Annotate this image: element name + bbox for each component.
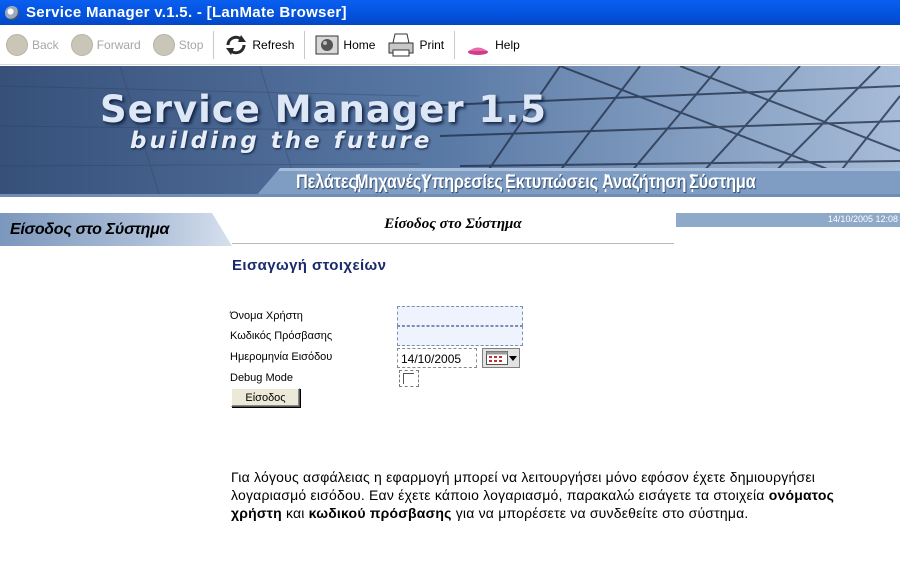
info-bold-password: κωδικού πρόσβασης (308, 505, 452, 521)
title-divider (232, 243, 674, 244)
date-label: Ημερομηνία Εισόδου (230, 351, 333, 363)
password-label: Κωδικός Πρόσβασης (230, 330, 333, 342)
stop-button[interactable]: Stop (147, 28, 210, 62)
help-button[interactable]: Help (459, 28, 526, 62)
stop-icon (152, 33, 175, 56)
printer-icon (387, 33, 415, 57)
stop-label: Stop (178, 37, 204, 52)
username-label: Όνομα Χρήστη (230, 310, 303, 322)
app-icon (5, 5, 19, 20)
home-label: Home (343, 37, 376, 52)
info-text-part: και (281, 505, 309, 521)
print-label: Print (419, 37, 445, 52)
title-bar: Service Manager v.1.5. - [LanMate Browse… (0, 0, 900, 25)
chevron-down-icon (509, 356, 517, 361)
forward-icon (70, 33, 93, 56)
nav-item-services[interactable]: Υπηρεσίες (421, 172, 503, 194)
sidebar-login-tab[interactable]: Είσοδος στο Σύστημα (0, 213, 232, 246)
nav-item-system[interactable]: Σύστημα (689, 172, 756, 194)
nav-item-search[interactable]: Αναζήτηση (602, 172, 687, 194)
info-text-part: για να μπορέσετε να συνδεθείτε στο σύστη… (451, 505, 749, 521)
back-button[interactable]: Back (0, 28, 65, 62)
datetime-text: 14/10/2005 12:08 (827, 214, 898, 224)
window-title: Service Manager v.1.5. - [LanMate Browse… (26, 4, 347, 21)
debug-mode-checkbox[interactable] (399, 370, 419, 387)
home-button[interactable]: Home (309, 28, 381, 62)
print-button[interactable]: Print (381, 28, 450, 62)
password-field[interactable] (397, 326, 523, 346)
help-icon (465, 34, 491, 56)
refresh-button[interactable]: Refresh (218, 28, 300, 62)
toolbar-separator (304, 30, 306, 59)
toolbar-separator (454, 30, 456, 59)
banner-subtitle: building the future (130, 128, 433, 154)
browser-window: Service Manager v.1.5. - [LanMate Browse… (0, 0, 900, 575)
banner-title: Service Manager 1.5 (100, 88, 548, 131)
refresh-icon (224, 34, 248, 56)
info-text-part: Για λόγους ασφάλειας η εφαρμογή μπορεί ν… (231, 469, 816, 503)
main-nav: Πελάτες | Μηχανές | Υπηρεσίες | Εκτυπώσε… (0, 168, 900, 197)
nav-menu: Πελάτες | Μηχανές | Υπηρεσίες | Εκτυπώσε… (296, 170, 766, 196)
browser-toolbar: Back Forward Stop Refresh Home Print Hel… (0, 25, 900, 65)
section-heading: Εισαγωγή στοιχείων (232, 257, 387, 274)
page-title: Είσοδος στο Σύστημα (384, 216, 522, 232)
refresh-label: Refresh (252, 37, 295, 52)
calendar-icon (486, 351, 508, 365)
back-icon (6, 33, 28, 56)
calendar-dropdown-button[interactable] (482, 348, 520, 368)
datetime-strip: 14/10/2005 12:08 (676, 213, 900, 227)
help-label: Help (495, 37, 520, 52)
banner-gap (0, 197, 900, 211)
back-label: Back (32, 37, 59, 52)
nav-item-customers[interactable]: Πελάτες (296, 172, 357, 194)
login-button[interactable]: Είσοδος (231, 388, 300, 407)
sidebar-label: Είσοδος στο Σύστημα (10, 221, 170, 238)
nav-item-machines[interactable]: Μηχανές (355, 172, 421, 194)
date-field[interactable]: 14/10/2005 (397, 348, 477, 368)
security-info-text: Για λόγους ασφάλειας η εφαρμογή μπορεί ν… (231, 468, 851, 522)
home-icon (315, 35, 339, 55)
username-field[interactable] (397, 306, 523, 326)
toolbar-separator (213, 30, 215, 59)
forward-label: Forward (96, 37, 141, 52)
nav-item-printouts[interactable]: Εκτυπώσεις (505, 172, 598, 194)
forward-button[interactable]: Forward (65, 28, 147, 62)
debug-label: Debug Mode (230, 372, 293, 384)
